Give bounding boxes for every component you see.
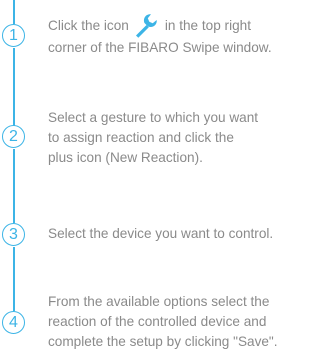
step-3-line1: Select the device you want to control. [48, 226, 274, 241]
timeline-line [13, 48, 15, 126]
step-3-text: Select the device you want to control. [48, 224, 329, 244]
step-2-line3: plus icon (New Reaction). [48, 150, 203, 165]
timeline-line [13, 0, 15, 24]
step-2-text: Select a gesture to which you want to as… [48, 108, 329, 168]
step-1-text: Click the icon in the top right corner o… [48, 12, 329, 58]
step-1-line1-after: in the top right [164, 18, 251, 33]
step-2-line2: to assign reaction and click the [48, 130, 234, 145]
step-4-text: From the available options select the re… [48, 292, 329, 352]
wrench-icon [135, 14, 157, 38]
step-1-line1-before: Click the icon [48, 18, 129, 33]
step-4-line2: reaction of the controlled device and [48, 314, 267, 329]
step-number-badge: 4 [2, 311, 25, 334]
step-1-line2: corner of the FIBARO Swipe window. [48, 40, 272, 55]
step-4-line3: complete the setup by clicking "Save". [48, 334, 278, 349]
step-number-badge: 2 [2, 125, 25, 148]
timeline-line [13, 247, 15, 311]
step-number-badge: 1 [2, 24, 25, 47]
step-2-line1: Select a gesture to which you want [48, 110, 259, 125]
timeline-line [13, 149, 15, 223]
step-number-badge: 3 [2, 223, 25, 246]
step-4-line1: From the available options select the [48, 294, 270, 309]
